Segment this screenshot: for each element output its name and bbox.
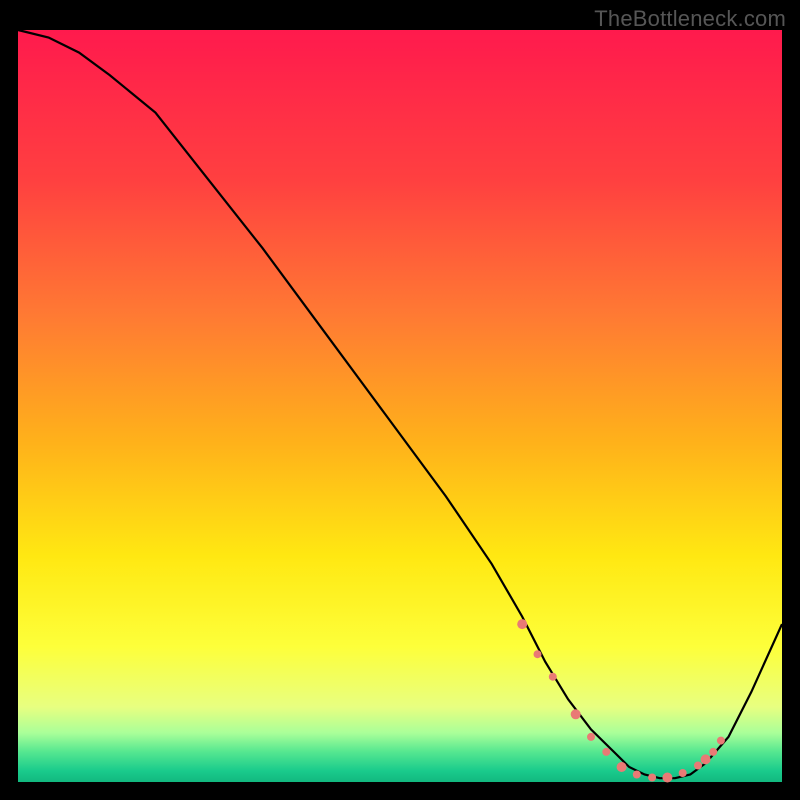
watermark-text: TheBottleneck.com <box>594 6 786 32</box>
highlight-dot <box>571 709 581 719</box>
highlight-dot <box>679 769 687 777</box>
highlight-dot <box>602 748 610 756</box>
highlight-dot <box>701 754 711 764</box>
highlight-dot <box>717 737 725 745</box>
highlight-dot <box>534 650 542 658</box>
highlight-dot <box>633 771 641 779</box>
highlight-dot <box>648 774 656 782</box>
highlight-dot <box>662 773 672 783</box>
highlight-dot <box>709 748 717 756</box>
highlight-dot <box>517 619 527 629</box>
chart-frame: TheBottleneck.com <box>0 0 800 800</box>
highlight-dot <box>549 673 557 681</box>
highlight-dot <box>617 762 627 772</box>
gradient-background <box>18 30 782 782</box>
highlight-dot <box>694 762 702 770</box>
highlight-dot <box>587 733 595 741</box>
bottleneck-chart <box>0 0 800 800</box>
